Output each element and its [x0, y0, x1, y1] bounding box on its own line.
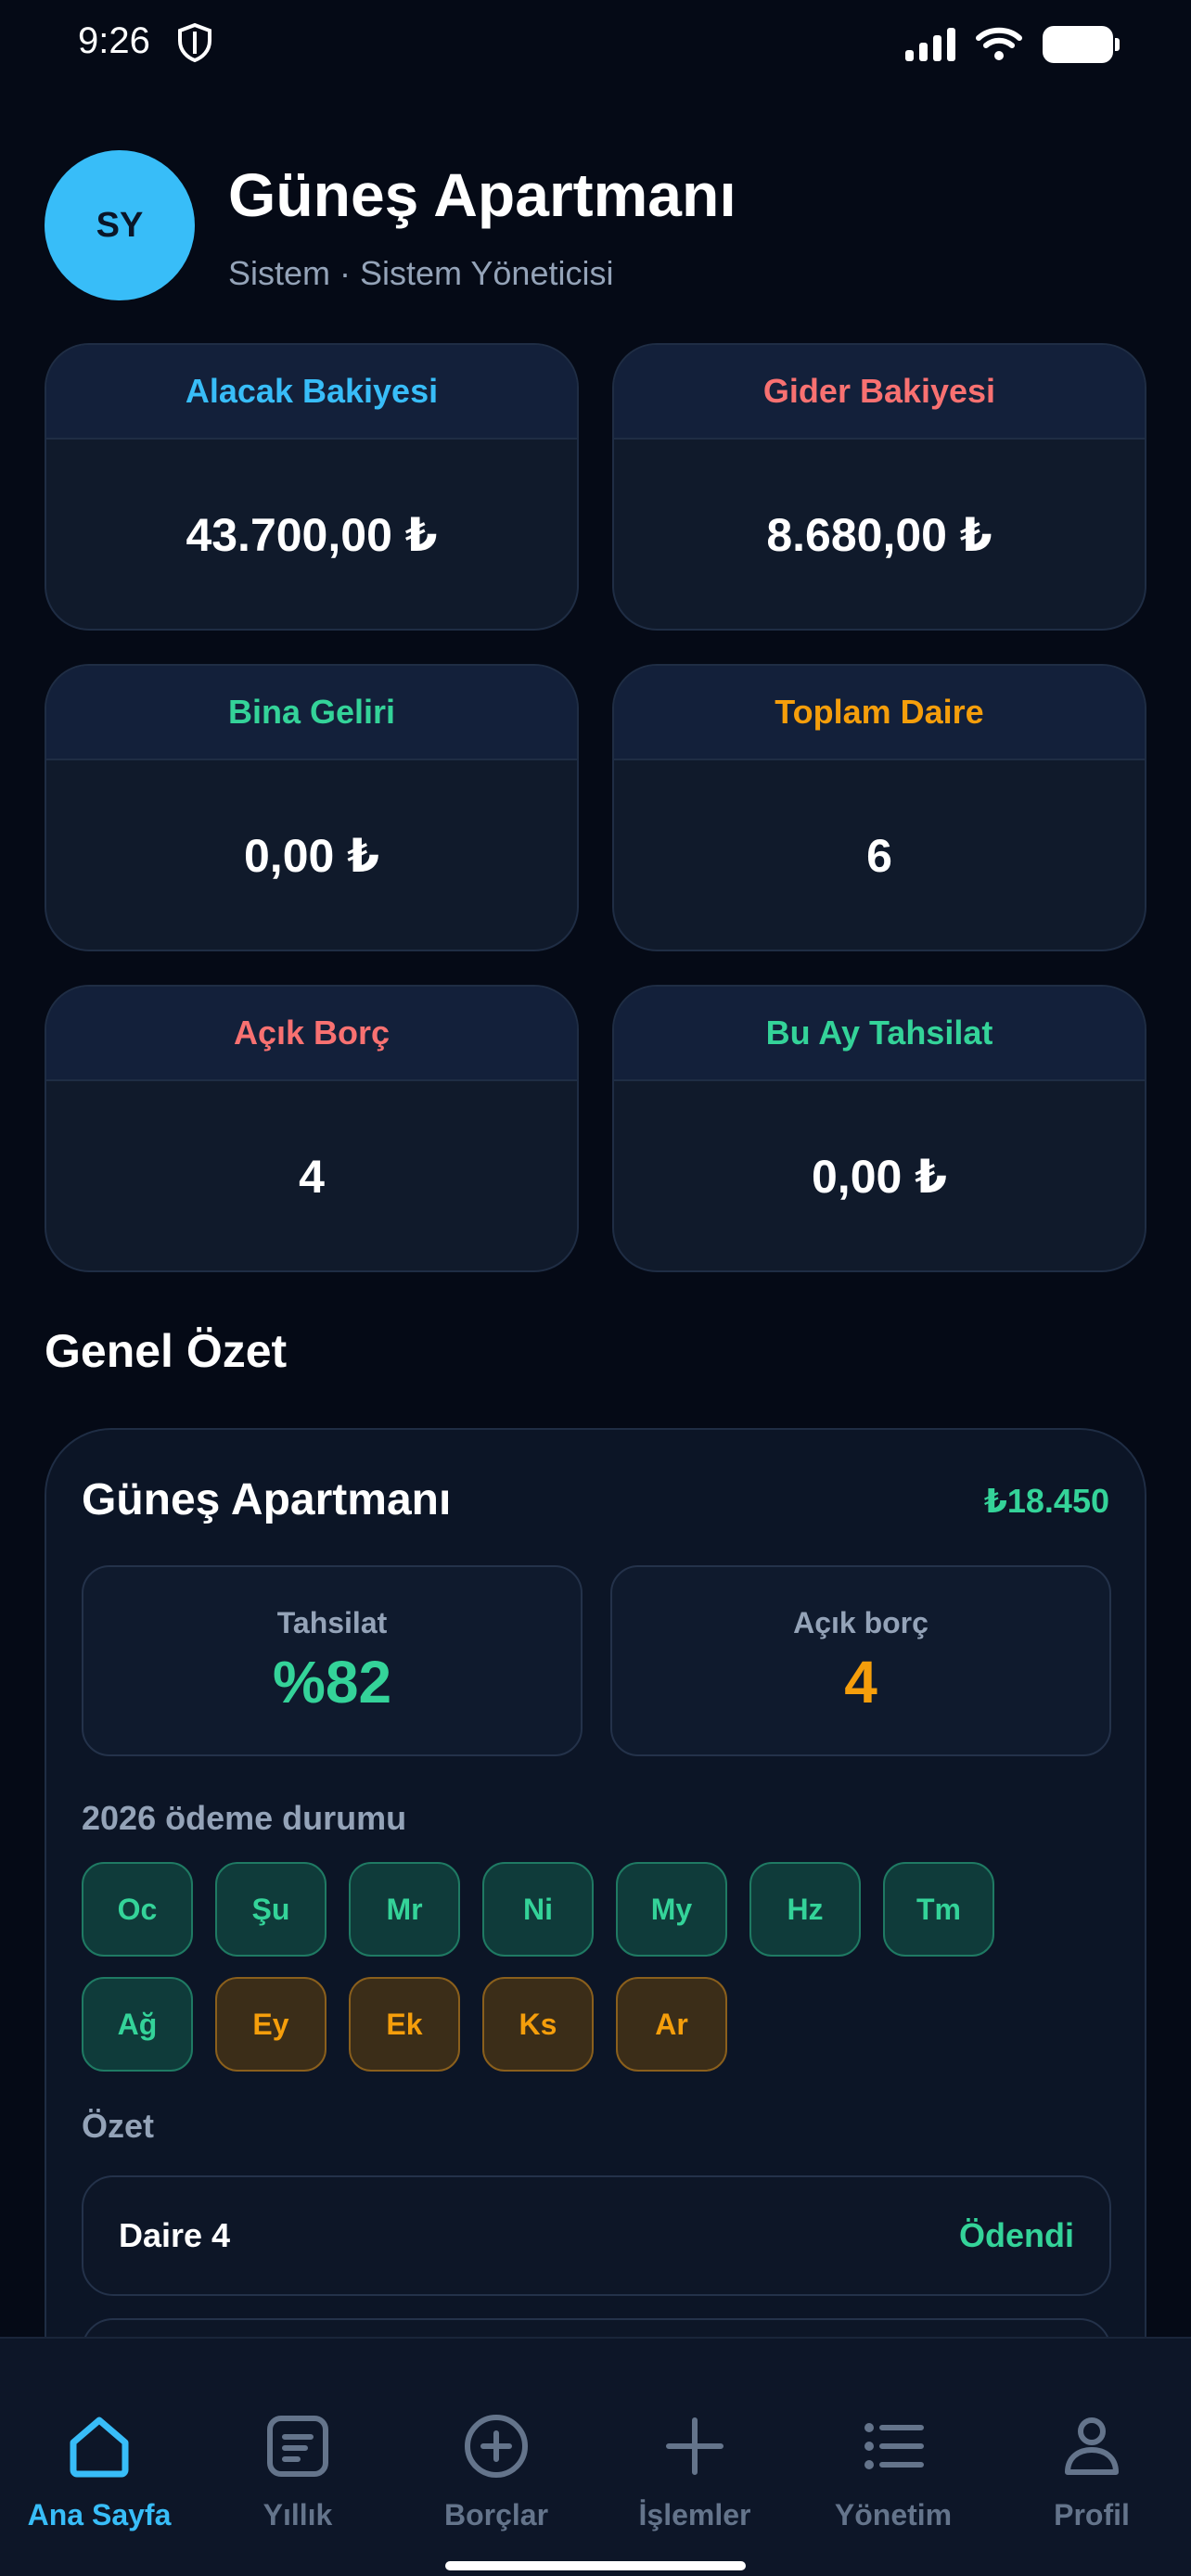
stat-card-open-debt[interactable]: Açık Borç 4 — [45, 985, 579, 1272]
status-bar: 9:26 — [0, 0, 1191, 85]
summary-unit-name: Daire 4 — [119, 2216, 231, 2254]
nav-item-annual[interactable]: Yıllık — [198, 2409, 397, 2532]
avatar[interactable]: SY — [45, 150, 195, 300]
month-chip-august[interactable]: Ağ — [82, 1977, 193, 2072]
stat-value: 0,00 ₺ — [812, 1151, 947, 1203]
stat-card-monthly-collection[interactable]: Bu Ay Tahsilat 0,00 ₺ — [612, 985, 1146, 1272]
section-title-general-summary: Genel Özet — [45, 1325, 288, 1377]
stat-value: 8.680,00 ₺ — [766, 509, 992, 561]
stat-label: Açık Borç — [46, 987, 577, 1081]
page-title: Güneş Apartmanı — [228, 160, 736, 229]
shield-icon — [178, 22, 211, 63]
nav-item-home[interactable]: Ana Sayfa — [0, 2409, 198, 2532]
summary-title: Özet — [82, 2107, 155, 2145]
battery-icon — [1043, 26, 1120, 63]
overview-amount: ₺18.450 — [983, 1482, 1109, 1520]
open-debt-value: 4 — [844, 1649, 877, 1715]
collection-rate-value: %82 — [272, 1649, 392, 1715]
month-chip-september[interactable]: Ey — [215, 1977, 327, 2072]
nav-label: Borçlar — [443, 2498, 549, 2531]
stat-value: 4 — [299, 1151, 325, 1203]
month-chip-june[interactable]: Hz — [749, 1862, 861, 1957]
stat-card-building-income[interactable]: Bina Geliri 0,00 ₺ — [45, 664, 579, 951]
plus-icon — [666, 2417, 724, 2475]
collection-rate-card: Tahsilat %82 — [82, 1565, 583, 1756]
month-chip-july[interactable]: Tm — [883, 1862, 994, 1957]
stat-card-expense-balance[interactable]: Gider Bakiyesi 8.680,00 ₺ — [612, 343, 1146, 631]
nav-label: Profil — [1054, 2498, 1130, 2531]
stat-card-total-units[interactable]: Toplam Daire 6 — [612, 664, 1146, 951]
month-chip-january[interactable]: Oc — [82, 1862, 193, 1957]
stat-label: Toplam Daire — [614, 666, 1145, 760]
nav-label: Yönetim — [834, 2498, 953, 2531]
collection-rate-label: Tahsilat — [276, 1606, 388, 1639]
stat-label: Alacak Bakiyesi — [46, 345, 577, 440]
month-chip-december[interactable]: Ar — [616, 1977, 727, 2072]
stat-value: 43.700,00 ₺ — [186, 509, 438, 561]
home-indicator[interactable] — [445, 2561, 746, 2570]
month-chip-may[interactable]: My — [616, 1862, 727, 1957]
summary-status: Ödendi — [959, 2216, 1074, 2254]
cellular-signal-icon — [905, 28, 955, 61]
overview-building-name: Güneş Apartmanı — [82, 1475, 452, 1524]
nav-label: Yıllık — [263, 2498, 333, 2531]
payment-status-title: 2026 ödeme durumu — [82, 1799, 407, 1837]
nav-item-profile[interactable]: Profil — [992, 2409, 1191, 2532]
month-chip-april[interactable]: Ni — [482, 1862, 594, 1957]
month-chip-february[interactable]: Şu — [215, 1862, 327, 1957]
status-time: 9:26 — [78, 20, 150, 61]
home-icon — [70, 2417, 129, 2478]
open-debt-label: Açık borç — [793, 1606, 928, 1639]
month-chip-november[interactable]: Ks — [482, 1977, 594, 2072]
wifi-icon — [976, 27, 1022, 60]
stat-label: Bina Geliri — [46, 666, 577, 760]
stat-card-receivable-balance[interactable]: Alacak Bakiyesi 43.700,00 ₺ — [45, 343, 579, 631]
user-role-subtitle: Sistem · Sistem Yöneticisi — [228, 254, 614, 292]
annual-report-icon — [267, 2416, 328, 2477]
month-chip-october[interactable]: Ek — [349, 1977, 460, 2072]
open-debt-card: Açık borç 4 — [610, 1565, 1111, 1756]
stat-value: 6 — [866, 830, 892, 882]
bottom-navigation: Ana Sayfa Yıllık Borçlar İşlemler Yöneti… — [0, 2337, 1191, 2576]
summary-row[interactable]: Daire 4 Ödendi — [82, 2175, 1111, 2296]
nav-item-debts[interactable]: Borçlar — [397, 2409, 596, 2532]
stat-value: 0,00 ₺ — [244, 830, 379, 882]
nav-label: Ana Sayfa — [27, 2498, 172, 2531]
stat-label: Gider Bakiyesi — [614, 345, 1145, 440]
nav-item-management[interactable]: Yönetim — [794, 2409, 992, 2532]
stat-label: Bu Ay Tahsilat — [614, 987, 1145, 1081]
list-icon — [864, 2423, 924, 2469]
month-chip-march[interactable]: Mr — [349, 1862, 460, 1957]
profile-icon — [1065, 2417, 1119, 2475]
nav-label: İşlemler — [638, 2498, 751, 2531]
plus-circle-icon — [465, 2415, 528, 2478]
nav-item-transactions[interactable]: İşlemler — [596, 2409, 794, 2532]
